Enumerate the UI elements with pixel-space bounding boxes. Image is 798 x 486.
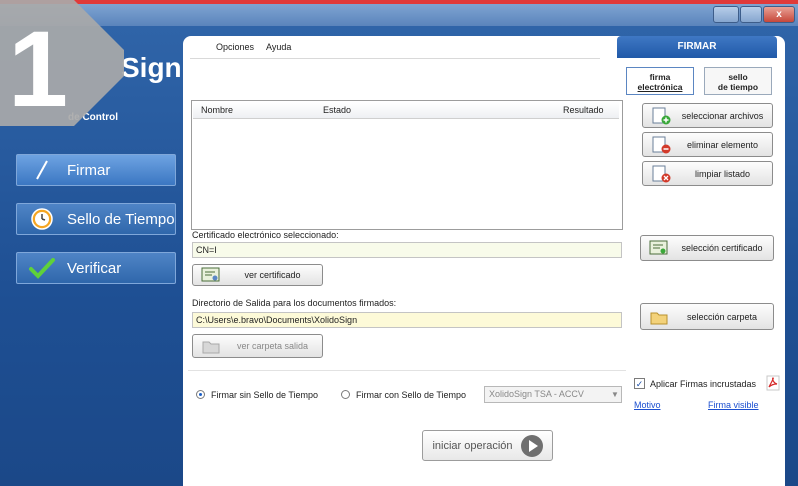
pen-icon (27, 158, 57, 182)
button-label: limpiar listado (694, 168, 751, 179)
view-output-folder-button[interactable]: ver carpeta salida (192, 334, 323, 358)
sidebar-item-sello-de-tiempo[interactable]: Sello de Tiempo (16, 203, 176, 235)
radio-without-timestamp[interactable] (196, 390, 205, 399)
step-number-badge: 1 (0, 0, 124, 126)
radio-with-timestamp[interactable] (341, 390, 350, 399)
tab-firma-electronica[interactable]: firma electrónica (626, 67, 694, 95)
column-header-resultado[interactable]: Resultado (563, 105, 604, 115)
column-header-nombre[interactable]: Nombre (201, 105, 233, 115)
file-list[interactable] (191, 100, 623, 230)
tab-firmar[interactable]: FIRMAR (617, 36, 777, 58)
sidebar-item-label: Verificar (67, 259, 122, 277)
tab-label-line2: de tiempo (717, 82, 759, 92)
app-logo-text: Sign (121, 52, 182, 83)
button-label: ver certificado (244, 270, 301, 280)
radio-without-timestamp-label[interactable]: Firmar sin Sello de Tiempo (211, 390, 318, 400)
select-certificate-button[interactable]: selección certificado (640, 235, 774, 261)
sidebar-item-label: Firmar (67, 161, 111, 179)
clear-list-icon (652, 165, 671, 182)
badge-number: 1 (8, 8, 68, 126)
sidebar-item-firmar[interactable]: Firmar (16, 154, 176, 186)
tab-label-line1: firma (649, 72, 671, 82)
button-label: ver carpeta salida (236, 341, 309, 351)
button-label: selección carpeta (686, 311, 758, 322)
tab-label-line2: electrónica (637, 82, 683, 92)
certificate-icon (649, 240, 668, 255)
tsa-select[interactable]: XolidoSign TSA - ACCV (484, 386, 622, 403)
button-label: seleccionar archivos (681, 110, 764, 121)
close-button[interactable]: x (763, 6, 795, 23)
view-certificate-button[interactable]: ver certificado (192, 264, 323, 286)
folder-icon (650, 312, 668, 324)
select-files-button[interactable]: seleccionar archivos (642, 103, 773, 128)
button-label: selección certificado (681, 243, 763, 253)
cert-label: Certificado electrónico seleccionado: (192, 230, 339, 240)
visible-signature-link[interactable]: Firma visible (708, 400, 759, 410)
certificate-icon (201, 267, 220, 282)
apply-embedded-checkbox[interactable]: ✓ (634, 378, 645, 389)
file-list-header (193, 102, 619, 119)
output-dir-label: Directorio de Salida para los documentos… (192, 298, 397, 308)
sidebar-item-verificar[interactable]: Verificar (16, 252, 176, 284)
folder-icon (202, 341, 220, 354)
menu-ayuda[interactable]: Ayuda (266, 42, 291, 52)
play-icon (520, 434, 543, 457)
column-header-estado[interactable]: Estado (323, 105, 351, 115)
remove-file-icon (652, 136, 671, 153)
output-dir-field: C:\Users\e.bravo\Documents\XolidoSign (192, 312, 622, 328)
maximize-button[interactable] (740, 6, 762, 23)
start-operation-button[interactable]: iniciar operación (422, 430, 553, 461)
sidebar-item-label: Sello de Tiempo (67, 210, 175, 228)
tab-sello-de-tiempo[interactable]: sello de tiempo (704, 67, 772, 95)
apply-embedded-label[interactable]: Aplicar Firmas incrustadas (650, 379, 756, 389)
radio-with-timestamp-label[interactable]: Firmar con Sello de Tiempo (356, 390, 466, 400)
remove-item-button[interactable]: eliminar elemento (642, 132, 773, 157)
select-folder-button[interactable]: selección carpeta (640, 303, 774, 330)
checkmark-icon (27, 256, 57, 280)
cert-field: CN=I (192, 242, 622, 258)
menu-opciones[interactable]: Opciones (216, 42, 254, 52)
clear-list-button[interactable]: limpiar listado (642, 161, 773, 186)
chevron-down-icon: ▼ (611, 390, 619, 399)
add-file-icon (652, 107, 671, 124)
minimize-button[interactable] (713, 6, 739, 23)
motivo-link[interactable]: Motivo (634, 400, 661, 410)
button-label: iniciar operación (432, 439, 513, 452)
pdf-icon (766, 375, 780, 391)
button-label: eliminar elemento (686, 139, 759, 150)
tab-label-line1: sello (728, 72, 748, 82)
clock-icon (27, 207, 57, 231)
